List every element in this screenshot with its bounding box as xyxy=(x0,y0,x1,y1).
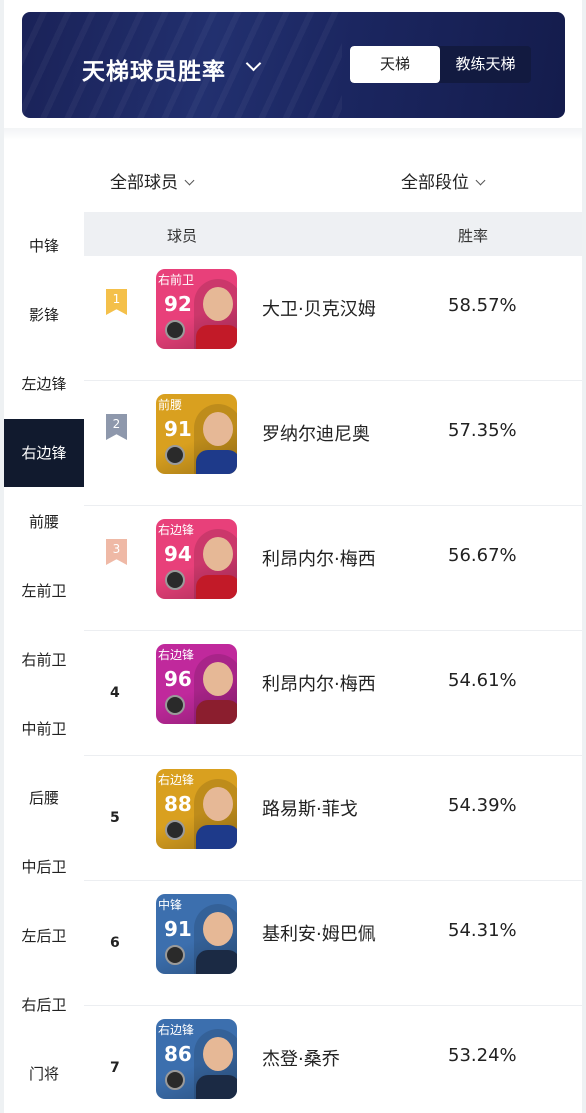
sidebar-item-4[interactable]: 前腰 xyxy=(4,488,84,556)
player-shirt xyxy=(196,325,237,349)
page-title[interactable]: 天梯球员胜率 xyxy=(82,52,226,86)
player-shirt xyxy=(196,575,237,599)
sidebar-item-10[interactable]: 左后卫 xyxy=(4,902,84,970)
player-filter-dropdown[interactable]: 全部球员 xyxy=(110,168,195,193)
player-name: 利昂内尔·梅西 xyxy=(262,674,376,695)
player-shirt xyxy=(196,950,237,974)
card-position: 右边锋 xyxy=(158,523,195,537)
player-filter-label: 全部球员 xyxy=(110,173,178,193)
card-skill-icon xyxy=(165,320,185,340)
table-row[interactable]: 5 右边锋 88 路易斯·菲戈 54.39% xyxy=(84,756,582,881)
tier-filter-label: 全部段位 xyxy=(401,173,469,193)
player-card[interactable]: 右边锋 96 xyxy=(156,644,237,724)
chevron-down-icon xyxy=(184,175,195,186)
rank-number: 7 xyxy=(110,1060,120,1076)
tab-ladder[interactable]: 天梯 xyxy=(350,46,440,83)
table-row[interactable]: 7 右边锋 86 杰登·桑乔 53.24% xyxy=(84,1006,582,1113)
player-name: 罗纳尔迪尼奥 xyxy=(262,424,370,445)
card-skill-icon xyxy=(165,945,185,965)
card-position: 前腰 xyxy=(158,398,183,412)
table-row[interactable]: 4 右边锋 96 利昂内尔·梅西 54.61% xyxy=(84,631,582,756)
card-rating: 91 xyxy=(164,417,192,441)
table-row[interactable]: 1 右前卫 92 大卫·贝克汉姆 58.57% xyxy=(84,256,582,381)
player-card[interactable]: 右边锋 86 xyxy=(156,1019,237,1099)
card-rating: 96 xyxy=(164,667,192,691)
sidebar-item-8[interactable]: 后腰 xyxy=(4,764,84,832)
player-winrate: 54.31% xyxy=(448,920,517,941)
tab-coach-ladder[interactable]: 教练天梯 xyxy=(440,46,531,83)
player-card[interactable]: 前腰 91 xyxy=(156,394,237,474)
table-row[interactable]: 3 右边锋 94 利昂内尔·梅西 56.67% xyxy=(84,506,582,631)
sidebar-item-1[interactable]: 影锋 xyxy=(4,281,84,349)
player-name: 利昂内尔·梅西 xyxy=(262,549,376,570)
sidebar-item-6[interactable]: 右前卫 xyxy=(4,626,84,694)
player-name: 路易斯·菲戈 xyxy=(262,799,358,820)
rank-flag: 2 xyxy=(106,414,127,440)
card-rating: 88 xyxy=(164,792,192,816)
player-winrate: 57.35% xyxy=(448,420,517,441)
sidebar-item-7[interactable]: 中前卫 xyxy=(4,695,84,763)
card-position: 右前卫 xyxy=(158,273,195,287)
sidebar-item-11[interactable]: 右后卫 xyxy=(4,971,84,1039)
table-row[interactable]: 2 前腰 91 罗纳尔迪尼奥 57.35% xyxy=(84,381,582,506)
rank-number: 4 xyxy=(110,685,120,701)
mode-segmented-control: 天梯 教练天梯 xyxy=(350,46,531,83)
player-card[interactable]: 中锋 91 xyxy=(156,894,237,974)
card-rating: 92 xyxy=(164,292,192,316)
rank-flag: 1 xyxy=(106,289,127,315)
card-skill-icon xyxy=(165,820,185,840)
player-card[interactable]: 右前卫 92 xyxy=(156,269,237,349)
card-rating: 91 xyxy=(164,917,192,941)
player-winrate: 53.24% xyxy=(448,1045,517,1066)
card-rating: 94 xyxy=(164,542,192,566)
header-banner: 天梯球员胜率 天梯 教练天梯 xyxy=(22,12,565,118)
column-header-winrate: 胜率 xyxy=(458,227,489,245)
player-winrate: 54.39% xyxy=(448,795,517,816)
player-shirt xyxy=(196,825,237,849)
header-divider xyxy=(4,128,582,140)
rank-flag: 3 xyxy=(106,539,127,565)
card-position: 右边锋 xyxy=(158,648,195,662)
card-rating: 86 xyxy=(164,1042,192,1066)
column-header-player: 球员 xyxy=(167,227,198,245)
player-winrate: 54.61% xyxy=(448,670,517,691)
card-position: 右边锋 xyxy=(158,773,195,787)
sidebar-item-5[interactable]: 左前卫 xyxy=(4,557,84,625)
player-shirt xyxy=(196,1075,237,1099)
player-name: 杰登·桑乔 xyxy=(262,1049,340,1070)
table-row[interactable]: 6 中锋 91 基利安·姆巴佩 54.31% xyxy=(84,881,582,1006)
rank-number: 6 xyxy=(110,935,120,951)
chevron-down-icon[interactable] xyxy=(245,55,262,72)
player-winrate: 56.67% xyxy=(448,545,517,566)
player-shirt xyxy=(196,450,237,474)
card-skill-icon xyxy=(165,445,185,465)
sidebar-item-12[interactable]: 门将 xyxy=(4,1040,84,1108)
table-header: 球员 胜率 xyxy=(84,212,582,256)
player-winrate: 58.57% xyxy=(448,295,517,316)
player-card[interactable]: 右边锋 94 xyxy=(156,519,237,599)
sidebar-item-0[interactable]: 中锋 xyxy=(4,212,84,280)
player-card[interactable]: 右边锋 88 xyxy=(156,769,237,849)
sidebar-item-3[interactable]: 右边锋 xyxy=(4,419,84,487)
card-position: 中锋 xyxy=(158,898,183,912)
card-skill-icon xyxy=(165,695,185,715)
tier-filter-dropdown[interactable]: 全部段位 xyxy=(401,168,486,193)
sidebar-item-9[interactable]: 中后卫 xyxy=(4,833,84,901)
card-skill-icon xyxy=(165,570,185,590)
sidebar-item-2[interactable]: 左边锋 xyxy=(4,350,84,418)
card-skill-icon xyxy=(165,1070,185,1090)
player-name: 大卫·贝克汉姆 xyxy=(262,299,376,320)
chevron-down-icon xyxy=(475,175,486,186)
player-shirt xyxy=(196,700,237,724)
rank-number: 5 xyxy=(110,810,120,826)
card-position: 右边锋 xyxy=(158,1023,195,1037)
player-name: 基利安·姆巴佩 xyxy=(262,924,376,945)
